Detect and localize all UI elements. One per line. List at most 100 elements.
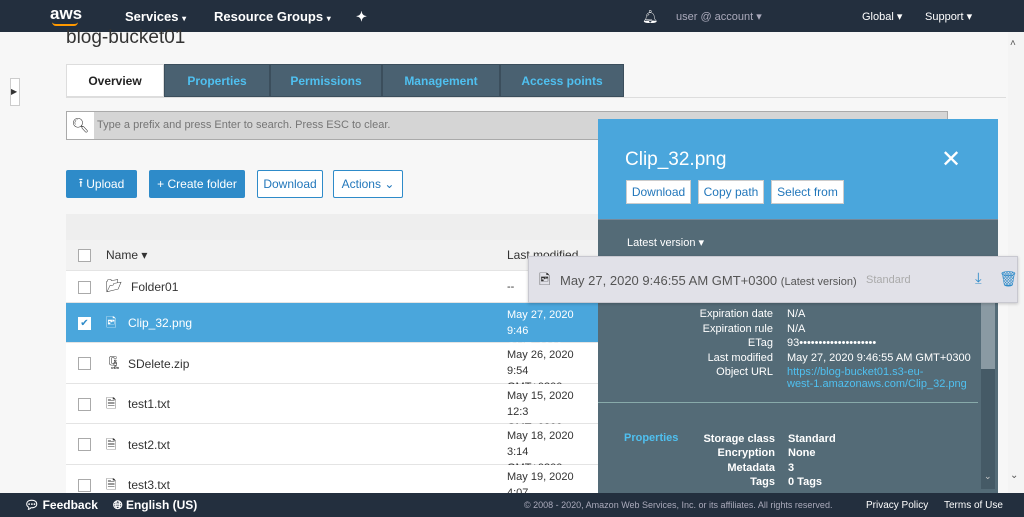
property-value: Standard xyxy=(788,433,836,445)
overview-value[interactable]: https://blog-bucket01.s3-eu-west-1.amazo… xyxy=(787,366,967,390)
search-icon: 🔍︎ xyxy=(67,112,94,139)
divider xyxy=(598,219,998,220)
tab-overview[interactable]: Overview xyxy=(66,64,164,97)
services-menu[interactable]: Services ▾ xyxy=(125,9,186,24)
row-checkbox[interactable]: ✔ xyxy=(78,316,91,330)
table-row[interactable]: 🗎 test1.txt May 15, 2020 12:3GMT+0300 xyxy=(66,384,598,434)
property-value: None xyxy=(788,447,816,460)
version-date-text: May 27, 2020 9:46:55 AM GMT+0300 xyxy=(560,273,778,288)
property-key: Encryption xyxy=(717,447,775,460)
panel-title: Clip_32.png xyxy=(625,149,727,170)
image-file-icon: 🖻 xyxy=(539,271,551,287)
modified-date: May 27, 2020 9:46 xyxy=(507,309,574,337)
panel-download-button[interactable]: Download xyxy=(626,180,691,204)
actions-label: Actions xyxy=(341,177,381,191)
terms-link[interactable]: Terms of Use xyxy=(944,500,1003,511)
feedback-label: Feedback xyxy=(42,498,98,512)
row-checkbox[interactable] xyxy=(78,357,91,370)
resource-groups-label: Resource Groups xyxy=(214,9,324,24)
bucket-title: blog-bucket01 xyxy=(66,27,186,48)
overview-key: Expiration date xyxy=(699,308,773,320)
pin-icon[interactable]: ✦ xyxy=(356,9,367,25)
overview-value: May 27, 2020 9:46:55 AM GMT+0300 xyxy=(787,352,971,364)
feedback-link[interactable]: 💬︎ Feedback xyxy=(24,498,98,512)
page-scroll-down-icon[interactable]: ⌄ xyxy=(1010,470,1018,481)
download-button[interactable]: Download xyxy=(257,170,323,198)
property-value: 0 Tags xyxy=(788,475,823,488)
panel-scrollbar[interactable] xyxy=(981,299,995,369)
create-folder-button[interactable]: + Create folder xyxy=(149,170,245,198)
file-name[interactable]: test1.txt xyxy=(128,397,170,411)
overview-key: Last modified xyxy=(707,352,773,364)
version-label: Latest version xyxy=(627,237,696,249)
file-name[interactable]: Clip_32.png xyxy=(128,316,192,330)
account-menu[interactable]: user @ account ▾ xyxy=(676,10,762,23)
scroll-up-icon[interactable]: ˄ xyxy=(1010,38,1016,49)
tab-properties[interactable]: Properties xyxy=(164,64,270,97)
footer: 💬︎ Feedback 🌐︎ English (US) © 2008 - 202… xyxy=(0,493,1024,517)
support-menu[interactable]: Support ▾ xyxy=(925,10,972,23)
select-from-button[interactable]: Select from xyxy=(771,180,844,204)
text-file-icon: 🗎 xyxy=(106,396,117,411)
row-checkbox[interactable] xyxy=(78,438,91,451)
tab-management[interactable]: Management xyxy=(382,64,500,97)
overview-value-text-2: west-1.amazonaws.com/Clip_32.png xyxy=(787,378,967,390)
aws-logo[interactable]: aws xyxy=(50,4,82,24)
divider xyxy=(598,402,978,403)
sidebar-toggle[interactable]: ▶ xyxy=(10,78,20,106)
trash-icon[interactable]: 🗑︎ xyxy=(999,270,1018,288)
folder-icon: 📂︎ xyxy=(106,278,123,293)
version-tag: (Latest version) xyxy=(780,276,857,288)
close-icon[interactable]: ✕ xyxy=(941,145,961,174)
modified-date: -- xyxy=(507,281,515,293)
search-input[interactable] xyxy=(97,115,597,135)
row-checkbox[interactable] xyxy=(78,397,91,411)
support-label: Support xyxy=(925,11,964,23)
file-name[interactable]: SDelete.zip xyxy=(128,357,189,371)
file-name[interactable]: test2.txt xyxy=(128,438,170,452)
overview-value: N/A xyxy=(787,308,805,320)
modified-date: May 18, 2020 3:14 xyxy=(507,430,574,458)
overview-value-text: N/A xyxy=(787,308,806,320)
modified-date: May 26, 2020 9:54 xyxy=(507,349,574,377)
overview-value: 93•••••••••••••••••••• xyxy=(787,337,876,349)
row-checkbox[interactable] xyxy=(78,478,91,492)
account-label: user @ account xyxy=(676,11,754,23)
last-modified-cell: -- xyxy=(507,279,514,295)
text-file-icon: 🗎 xyxy=(106,436,117,452)
file-name[interactable]: Folder01 xyxy=(131,280,178,294)
property-key: Storage class xyxy=(703,433,775,445)
download-icon[interactable]: ⤓ xyxy=(975,270,982,287)
overview-value-text: N/A xyxy=(787,323,806,335)
scroll-down-icon[interactable]: ⌄ xyxy=(984,471,992,482)
table-row[interactable]: 🗜 SDelete.zip May 26, 2020 9:54GMT+0300 xyxy=(66,343,598,393)
actions-dropdown[interactable]: Actions ⌄ xyxy=(333,170,403,198)
create-folder-label: Create folder xyxy=(167,177,237,191)
version-date: May 27, 2020 9:46:55 AM GMT+0300 (Latest… xyxy=(560,273,857,288)
table-toolbar xyxy=(66,214,598,240)
name-header-label: Name xyxy=(106,248,139,262)
table-row[interactable]: 📂︎ Folder01 -- xyxy=(66,271,598,303)
upload-button[interactable]: ⭱ Upload xyxy=(66,170,137,198)
divider xyxy=(66,97,1006,98)
privacy-link[interactable]: Privacy Policy xyxy=(866,500,928,511)
tab-permissions[interactable]: Permissions xyxy=(270,64,382,97)
modified-date: May 15, 2020 12:3 xyxy=(507,390,574,418)
region-menu[interactable]: Global ▾ xyxy=(862,10,902,23)
copy-path-button[interactable]: Copy path xyxy=(698,180,764,204)
name-column-header[interactable]: Name ▾ xyxy=(106,248,147,262)
version-storage-class: Standard xyxy=(866,274,911,286)
row-checkbox[interactable] xyxy=(78,280,91,294)
image-file-icon: 🖻 xyxy=(106,315,117,330)
resource-groups-menu[interactable]: Resource Groups ▾ xyxy=(214,9,331,24)
language-selector[interactable]: 🌐︎ English (US) xyxy=(113,498,197,513)
tab-access-points[interactable]: Access points xyxy=(500,64,624,97)
table-row[interactable]: 🗎 test2.txt May 18, 2020 3:14GMT+0300 xyxy=(66,424,598,474)
version-popup[interactable]: 🖻 May 27, 2020 9:46:55 AM GMT+0300 (Late… xyxy=(528,256,1018,303)
file-name[interactable]: test3.txt xyxy=(128,478,170,492)
table-row[interactable]: ✔ 🖻 Clip_32.png May 27, 2020 9:46GMT+030… xyxy=(66,303,598,353)
select-all-checkbox[interactable] xyxy=(78,249,91,262)
bell-icon[interactable]: 🔔︎ xyxy=(642,9,659,25)
version-dropdown[interactable]: Latest version ▾ xyxy=(627,236,704,249)
region-label: Global xyxy=(862,11,894,23)
